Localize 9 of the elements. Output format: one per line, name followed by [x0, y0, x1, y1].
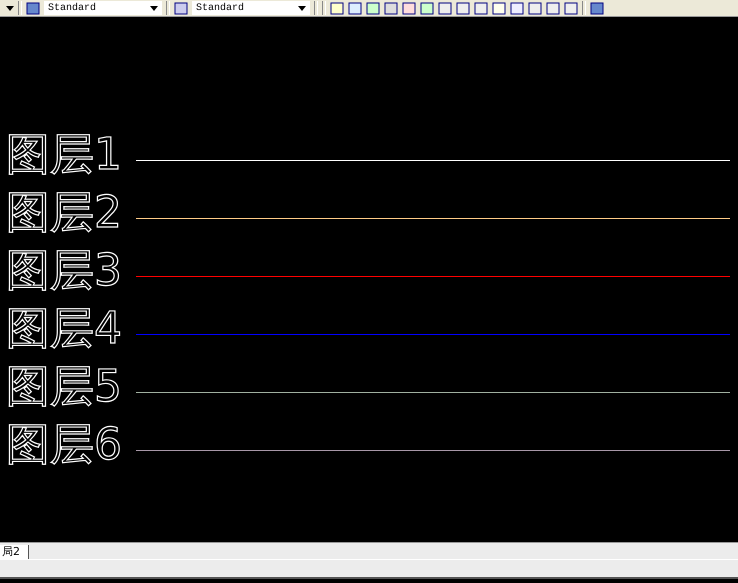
layout-tab[interactable]: 局2	[0, 545, 29, 559]
layer-label: 图层5	[5, 365, 123, 409]
layer-label: 图层4	[5, 307, 123, 351]
layer-label: 图层1	[5, 133, 123, 177]
style-dropdown[interactable]: Standard	[192, 1, 310, 15]
layer-label: 图层3	[5, 249, 123, 293]
layer-label: 图层6	[5, 423, 123, 467]
style-dropdown[interactable]: Standard	[44, 1, 162, 15]
layer-label: 图层2	[5, 191, 123, 235]
